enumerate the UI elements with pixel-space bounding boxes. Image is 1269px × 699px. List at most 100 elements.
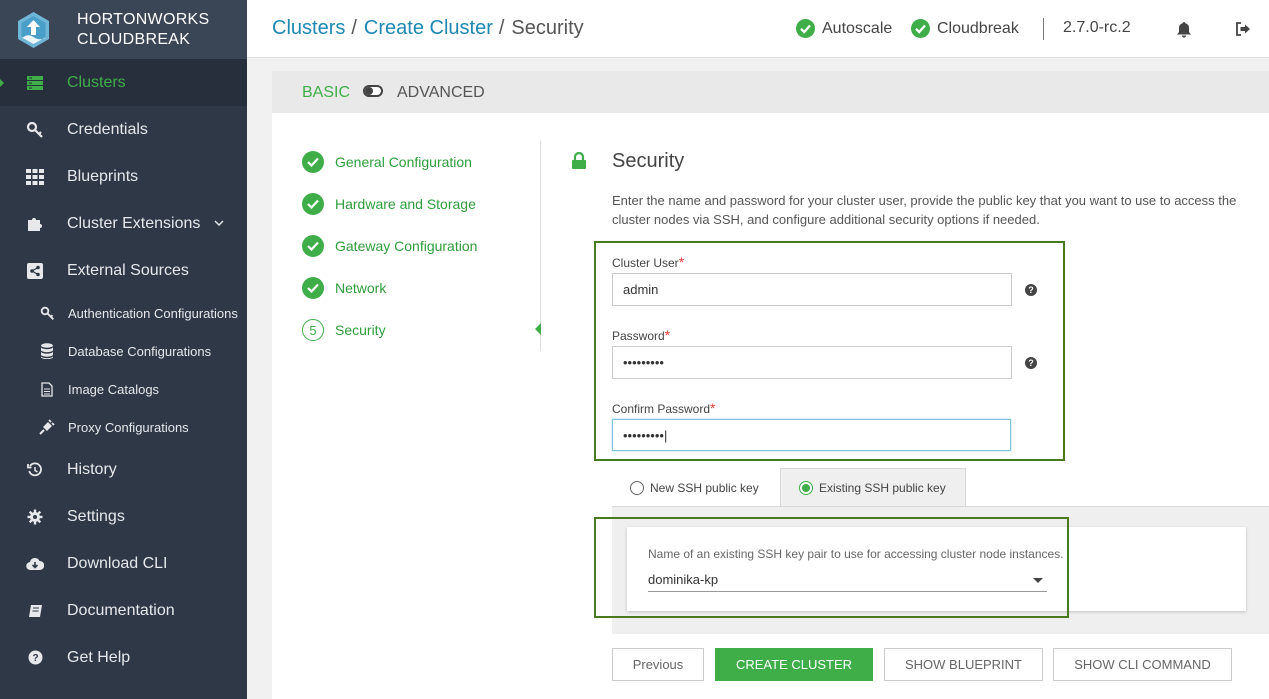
step-hardware-and-storage[interactable]: Hardware and Storage: [302, 193, 522, 215]
create-cluster-button[interactable]: CREATE CLUSTER: [715, 648, 873, 681]
basic-mode-label[interactable]: BASIC: [302, 84, 350, 102]
sidebar-item-download-cli[interactable]: Download CLI: [0, 540, 247, 587]
check-circle-icon: [302, 151, 324, 173]
required-mark: *: [678, 254, 685, 270]
check-circle-icon: [302, 235, 324, 257]
bell-icon[interactable]: [1174, 19, 1194, 39]
sidebar-item-blueprints[interactable]: Blueprints: [0, 153, 247, 200]
radio-existing-ssh-key[interactable]: [799, 481, 813, 495]
cluster-user-label: Cluster User*: [612, 254, 684, 270]
confirm-password-input[interactable]: [612, 419, 1011, 451]
question-icon[interactable]: ?: [1025, 284, 1037, 296]
breadcrumb-create-cluster-link[interactable]: Create Cluster: [364, 17, 493, 40]
key-icon: [38, 304, 56, 322]
step-number: 5: [302, 319, 324, 341]
sidebar-item-credentials[interactable]: Credentials: [0, 106, 247, 153]
server-icon: [25, 73, 45, 93]
breadcrumb: Clusters / Create Cluster / Security: [272, 17, 584, 40]
sidebar-item-label: Get Help: [67, 648, 131, 666]
tab-new-ssh-key[interactable]: New SSH public key: [612, 468, 780, 507]
step-label: Network: [335, 280, 387, 296]
toggle-knob: [365, 87, 373, 95]
brand-line-2: CLOUDBREAK: [77, 30, 191, 48]
advanced-mode-label[interactable]: ADVANCED: [397, 84, 485, 102]
logout-icon[interactable]: [1233, 19, 1253, 39]
tab-label: New SSH public key: [650, 480, 759, 495]
step-label: Hardware and Storage: [335, 196, 476, 212]
show-cli-command-button[interactable]: SHOW CLI COMMAND: [1053, 648, 1232, 681]
history-icon: [25, 460, 45, 480]
check-circle-icon: [302, 193, 324, 215]
main-panel: General Configuration Hardware and Stora…: [272, 113, 1269, 699]
required-mark: *: [664, 327, 671, 343]
sidebar-item-history[interactable]: History: [0, 446, 247, 493]
step-label: Security: [335, 322, 386, 338]
sidebar-item-external-sources[interactable]: External Sources: [0, 247, 247, 294]
question-icon: ?: [25, 648, 45, 668]
autoscale-label: Autoscale: [822, 19, 893, 37]
tab-label: Existing SSH public key: [819, 481, 946, 495]
sidebar-item-settings[interactable]: Settings: [0, 493, 247, 540]
step-security[interactable]: 5 Security: [302, 319, 522, 341]
sidebar-item-get-help[interactable]: ? Get Help: [0, 634, 247, 681]
svg-text:?: ?: [32, 653, 38, 664]
sidebar-item-clusters[interactable]: Clusters: [0, 59, 247, 106]
step-general-configuration[interactable]: General Configuration: [302, 151, 522, 173]
sidebar-item-label: Documentation: [67, 601, 175, 619]
sidebar-item-proxy-configurations[interactable]: Proxy Configurations: [0, 408, 247, 446]
label-text: Confirm Password: [612, 402, 711, 416]
active-step-pointer: [535, 323, 541, 335]
brand-header[interactable]: HORTONWORKS CLOUDBREAK: [0, 0, 247, 59]
password-input[interactable]: [612, 346, 1012, 379]
label-text: Password: [612, 329, 665, 343]
breadcrumb-separator: /: [498, 17, 505, 39]
cloudbreak-logo-icon: [16, 11, 51, 49]
breadcrumb-separator: /: [351, 17, 357, 39]
sidebar-nav: Clusters Credentials Blueprints Cluster …: [0, 59, 247, 681]
version-label: 2.7.0-rc.2: [1063, 19, 1131, 36]
step-label: Gateway Configuration: [335, 238, 478, 254]
step-network[interactable]: Network: [302, 277, 522, 299]
database-icon: [38, 342, 56, 360]
steps-divider: [540, 141, 541, 351]
sidebar: HORTONWORKS CLOUDBREAK Clusters Credenti…: [0, 0, 247, 699]
key-icon: [25, 120, 45, 140]
book-icon: [25, 601, 45, 621]
page-title: Security: [511, 17, 584, 39]
share-icon: [25, 261, 45, 281]
label-text: Cluster User: [612, 256, 679, 270]
question-icon[interactable]: ?: [1025, 357, 1037, 369]
ssh-highlight-box: [594, 517, 1069, 618]
lock-icon: [572, 152, 586, 169]
puzzle-icon: [25, 214, 45, 234]
cloudbreak-label: Cloudbreak: [937, 19, 1019, 37]
radio-new-ssh-key[interactable]: [630, 480, 644, 495]
sidebar-item-label: Blueprints: [67, 167, 139, 185]
sidebar-item-label: Image Catalogs: [68, 381, 160, 397]
autoscale-status: Autoscale: [796, 19, 892, 38]
sidebar-item-label: External Sources: [67, 261, 189, 279]
breadcrumb-clusters-link[interactable]: Clusters: [272, 17, 345, 40]
gear-icon: [25, 507, 45, 527]
plug-icon: [38, 418, 56, 436]
sidebar-item-label: History: [67, 460, 117, 478]
check-circle-icon: [911, 19, 930, 38]
sidebar-item-label: Credentials: [67, 120, 148, 138]
show-blueprint-button[interactable]: SHOW BLUEPRINT: [884, 648, 1043, 681]
sidebar-item-cluster-extensions[interactable]: Cluster Extensions: [0, 200, 247, 247]
grid-icon: [25, 167, 45, 187]
mode-bar: BASIC ADVANCED: [272, 71, 1269, 113]
sidebar-item-documentation[interactable]: Documentation: [0, 587, 247, 634]
chevron-down-icon[interactable]: [214, 220, 224, 227]
confirm-password-label: Confirm Password*: [612, 400, 715, 416]
sidebar-item-label: Download CLI: [67, 554, 168, 572]
previous-button[interactable]: Previous: [612, 648, 704, 681]
cluster-user-input[interactable]: [612, 273, 1012, 306]
sidebar-item-authentication-configurations[interactable]: Authentication Configurations: [0, 294, 247, 332]
tab-existing-ssh-key[interactable]: Existing SSH public key: [780, 468, 966, 507]
step-gateway-configuration[interactable]: Gateway Configuration: [302, 235, 522, 257]
mode-toggle-switch[interactable]: [363, 85, 383, 97]
sidebar-item-database-configurations[interactable]: Database Configurations: [0, 332, 247, 370]
sidebar-item-label: Clusters: [67, 73, 126, 91]
sidebar-item-image-catalogs[interactable]: Image Catalogs: [0, 370, 247, 408]
